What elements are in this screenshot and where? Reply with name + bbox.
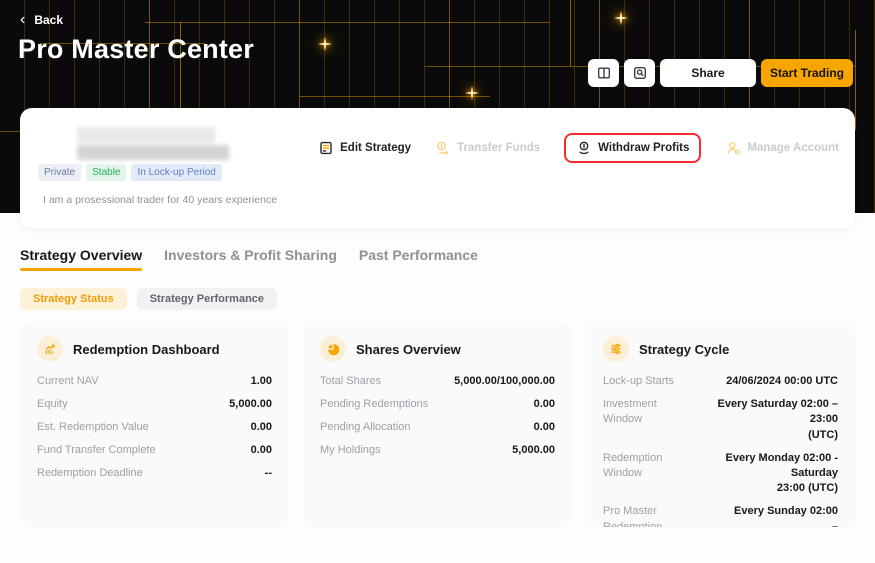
card-title: Redemption Dashboard — [73, 342, 220, 357]
transfer-funds-icon — [435, 140, 451, 156]
row-value: 0.00 — [251, 443, 272, 458]
tag-in-lock-up-period: In Lock-up Period — [131, 164, 221, 181]
tab-strategy-overview[interactable]: Strategy Overview — [20, 247, 142, 271]
card-row: Pending Allocation 0.00 — [320, 420, 555, 435]
action-label: Transfer Funds — [457, 142, 540, 154]
profile-actions: Edit Strategy Transfer Funds Withdraw Prof… — [318, 128, 839, 168]
row-value: Every Monday 02:00 - Saturday 23:00 (UTC… — [698, 451, 838, 497]
row-value: 1.00 — [251, 374, 272, 389]
card-row: Equity 5,000.00 — [37, 397, 272, 412]
row-value: 5,000.00 — [512, 443, 555, 458]
book-icon — [596, 65, 612, 81]
row-value: 0.00 — [251, 420, 272, 435]
sparkle-icon — [465, 86, 479, 100]
edit-strategy-icon — [318, 140, 334, 156]
row-label: Equity — [37, 397, 68, 412]
doc-search-button[interactable] — [624, 59, 655, 87]
row-value: 0.00 — [534, 397, 555, 412]
card-row: Redemption Window Every Monday 02:00 - Sa… — [603, 451, 838, 497]
back-label: Back — [34, 13, 63, 27]
card-redemption-dashboard: Redemption Dashboard Current NAV 1.00 Equit… — [20, 322, 289, 527]
card-row: Lock-up Starts 24/06/2024 00:00 UTC — [603, 374, 838, 389]
card-row: Est. Redemption Value 0.00 — [37, 420, 272, 435]
action-manage-account[interactable]: Manage Account — [725, 140, 839, 156]
strategy-profile-card: Private Stable In Lock-up Period I am a pr… — [20, 108, 855, 228]
row-label: Pending Allocation — [320, 420, 411, 435]
card-header: Strategy Cycle — [603, 336, 838, 362]
card-row: Total Shares 5,000.00/100,000.00 — [320, 374, 555, 389]
row-label: Redemption Window — [603, 451, 690, 482]
hero-actions: Share Start Trading — [588, 59, 853, 87]
overview-cards: Redemption Dashboard Current NAV 1.00 Equit… — [20, 322, 855, 527]
card-row: Investment Window Every Saturday 02:00 – … — [603, 397, 838, 443]
card-title: Strategy Cycle — [639, 342, 729, 357]
pie-chart-icon — [320, 336, 346, 362]
tag-stable: Stable — [86, 164, 126, 181]
row-value: 5,000.00/100,000.00 — [454, 374, 555, 389]
card-title: Shares Overview — [356, 342, 461, 357]
row-label: Investment Window — [603, 397, 691, 428]
row-value: -- — [265, 466, 272, 481]
card-shares-overview: Shares Overview Total Shares 5,000.00/100,… — [303, 322, 572, 527]
strategy-tags: Private Stable In Lock-up Period — [38, 164, 222, 181]
action-label: Manage Account — [747, 142, 839, 154]
main-tabs: Strategy Overview Investors & Profit Shar… — [20, 247, 478, 271]
tag-private: Private — [38, 164, 81, 181]
card-row: Redemption Deadline -- — [37, 466, 272, 481]
row-value: 5,000.00 — [229, 397, 272, 412]
row-label: Est. Redemption Value — [37, 420, 149, 435]
action-label: Withdraw Profits — [598, 142, 689, 154]
row-label: Pro Master Redemption Processing Phase — [603, 504, 718, 527]
guide-button[interactable] — [588, 59, 619, 87]
subtab-strategy-performance[interactable]: Strategy Performance — [137, 288, 277, 310]
strategy-description: I am a prosessional trader for 40 years … — [43, 194, 277, 206]
circuit-line — [855, 30, 856, 130]
row-label: Total Shares — [320, 374, 381, 389]
card-row: Pending Redemptions 0.00 — [320, 397, 555, 412]
row-value: Every Saturday 02:00 – 23:00 (UTC) — [699, 397, 838, 443]
pro-master-center-page: ‹ Back Pro Master Center Share Start Tra… — [0, 0, 875, 563]
share-button[interactable]: Share — [660, 59, 756, 87]
row-value: 24/06/2024 00:00 UTC — [726, 374, 838, 389]
redacted-strategy-name — [77, 127, 215, 143]
action-withdraw-profits[interactable]: Withdraw Profits — [564, 133, 701, 163]
sparkle-icon — [318, 37, 332, 51]
row-value: Every Sunday 02:00 – 23:00 (UTC) — [726, 504, 838, 527]
doc-search-icon — [632, 65, 648, 81]
card-header: Redemption Dashboard — [37, 336, 272, 362]
chevron-left-icon: ‹ — [20, 14, 25, 26]
withdraw-profits-icon — [576, 140, 592, 156]
row-label: Redemption Deadline — [37, 466, 143, 481]
manage-account-icon — [725, 140, 741, 156]
card-row: Current NAV 1.00 — [37, 374, 272, 389]
start-trading-button[interactable]: Start Trading — [761, 59, 853, 87]
sub-tabs: Strategy Status Strategy Performance — [20, 288, 277, 310]
card-row: My Holdings 5,000.00 — [320, 443, 555, 458]
row-label: Current NAV — [37, 374, 99, 389]
tab-past-performance[interactable]: Past Performance — [359, 247, 478, 271]
action-transfer-funds[interactable]: Transfer Funds — [435, 140, 540, 156]
row-label: Fund Transfer Complete — [37, 443, 156, 458]
growth-chart-icon — [37, 336, 63, 362]
card-row: Fund Transfer Complete 0.00 — [37, 443, 272, 458]
circuit-line — [300, 96, 490, 97]
row-value: 0.00 — [534, 420, 555, 435]
card-strategy-cycle: Strategy Cycle Lock-up Starts 24/06/2024 0… — [586, 322, 855, 527]
row-label: Lock-up Starts — [603, 374, 674, 389]
circuit-line — [570, 0, 571, 66]
back-button[interactable]: ‹ Back — [20, 13, 63, 27]
subtab-strategy-status[interactable]: Strategy Status — [20, 288, 127, 310]
action-edit-strategy[interactable]: Edit Strategy — [318, 140, 411, 156]
circuit-line — [145, 22, 550, 23]
row-label: Pending Redemptions — [320, 397, 428, 412]
sparkle-icon — [614, 11, 628, 25]
redacted-strategy-name — [77, 145, 229, 160]
page-title: Pro Master Center — [18, 34, 254, 65]
sliders-icon — [603, 336, 629, 362]
card-row: Pro Master Redemption Processing Phase Ev… — [603, 504, 838, 527]
card-header: Shares Overview — [320, 336, 555, 362]
action-label: Edit Strategy — [340, 142, 411, 154]
tab-investors-profit-sharing[interactable]: Investors & Profit Sharing — [164, 247, 337, 271]
row-label: My Holdings — [320, 443, 381, 458]
